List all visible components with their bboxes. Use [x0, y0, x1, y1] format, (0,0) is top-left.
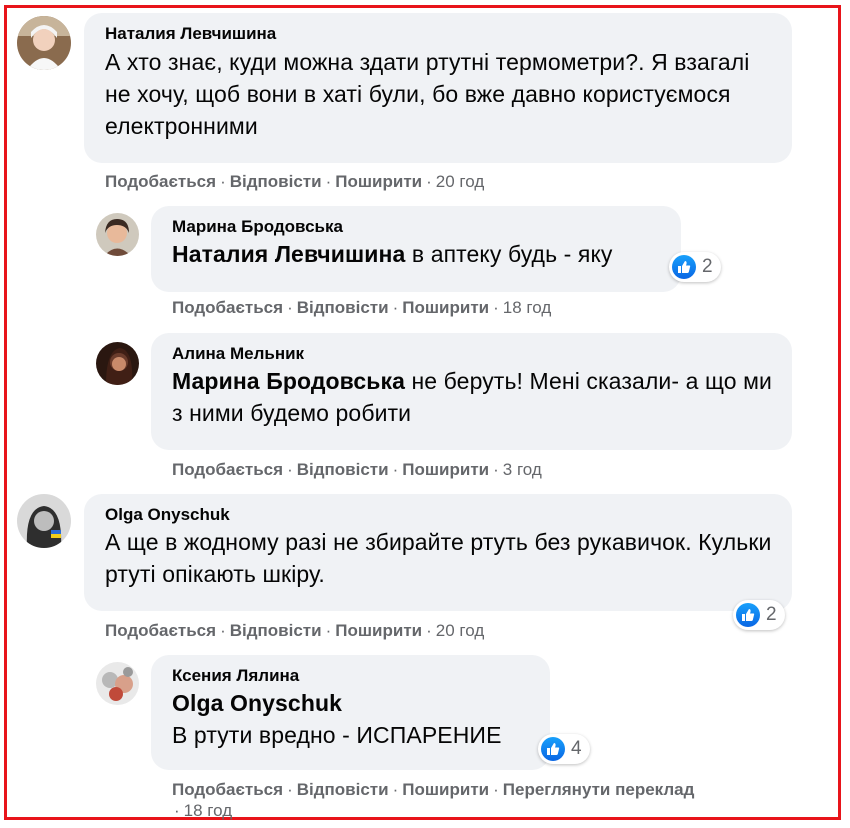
- separator: ·: [392, 298, 399, 317]
- reply-button[interactable]: Відповісти: [230, 172, 322, 191]
- comment-text: А хто знає, куди можна здати ртутні терм…: [105, 49, 750, 139]
- separator: ·: [493, 460, 499, 479]
- comment-bubble: Марина Бродовська Наталия Левчишина в ап…: [151, 206, 681, 292]
- share-button[interactable]: Поширити: [402, 298, 489, 317]
- avatar[interactable]: [96, 213, 139, 256]
- separator: ·: [220, 172, 226, 191]
- share-button[interactable]: Поширити: [335, 621, 422, 640]
- separator: ·: [287, 780, 293, 799]
- thumbs-up-icon: [672, 255, 696, 279]
- reply-button[interactable]: Відповісти: [297, 460, 389, 479]
- comment-author[interactable]: Алина Мельник: [172, 343, 778, 365]
- comment-actions: Подобається · Відповісти · Поширити · 3 год: [172, 459, 542, 481]
- comment-actions: Подобається · Відповісти · Поширити · 20 год: [105, 171, 484, 193]
- avatar[interactable]: [17, 16, 71, 70]
- mention-link[interactable]: Olga Onyschuk: [172, 687, 536, 719]
- comment-bubble: Наталия Левчишина А хто знає, куди можна…: [84, 13, 792, 163]
- avatar[interactable]: [17, 494, 71, 548]
- share-button[interactable]: Поширити: [335, 172, 422, 191]
- comment-author[interactable]: Ксения Лялина: [172, 665, 536, 687]
- separator: ·: [287, 460, 293, 479]
- thumbs-up-icon: [736, 603, 760, 627]
- comment-author[interactable]: Наталия Левчишина: [105, 23, 778, 45]
- comment-text: Марина Бродовська не беруть! Мені сказал…: [172, 365, 778, 429]
- like-button[interactable]: Подобається: [172, 460, 283, 479]
- separator: ·: [174, 801, 180, 820]
- reply-button[interactable]: Відповісти: [297, 298, 389, 317]
- like-button[interactable]: Подобається: [172, 780, 283, 799]
- comment-text: Наталия Левчишина в аптеку будь - яку: [172, 238, 667, 270]
- comment-text: В ртути вредно - ИСПАРЕНИЕ: [172, 722, 502, 748]
- avatar[interactable]: [96, 662, 139, 705]
- comment-bubble: Ксения Лялина Olga Onyschuk В ртути вред…: [151, 655, 550, 770]
- separator: ·: [493, 780, 499, 799]
- separator: ·: [426, 621, 432, 640]
- reply-button[interactable]: Відповісти: [297, 780, 389, 799]
- mention-link[interactable]: Марина Бродовська: [172, 368, 405, 394]
- like-button[interactable]: Подобається: [172, 298, 283, 317]
- reaction-number: 4: [571, 738, 582, 759]
- separator: ·: [325, 621, 332, 640]
- like-button[interactable]: Подобається: [105, 172, 216, 191]
- comment-text-body: в аптеку будь - яку: [411, 241, 613, 267]
- reply-button[interactable]: Відповісти: [230, 621, 322, 640]
- comment-author[interactable]: Марина Бродовська: [172, 216, 667, 238]
- comment-text: А ще в жодному разі не збирайте ртуть бе…: [105, 529, 772, 587]
- avatar[interactable]: [96, 342, 139, 385]
- separator: ·: [220, 621, 226, 640]
- translate-button[interactable]: Переглянути переклад: [503, 780, 695, 799]
- comment-bubble: Olga Onyschuk А ще в жодному разі не зби…: [84, 494, 792, 611]
- separator: ·: [493, 298, 499, 317]
- share-button[interactable]: Поширити: [402, 780, 489, 799]
- timestamp[interactable]: 3 год: [503, 460, 542, 479]
- mention-link[interactable]: Наталия Левчишина: [172, 241, 405, 267]
- reaction-count[interactable]: 2: [669, 252, 721, 282]
- comment-bubble: Алина Мельник Марина Бродовська не берут…: [151, 333, 792, 450]
- separator: ·: [325, 172, 332, 191]
- like-button[interactable]: Подобається: [105, 621, 216, 640]
- timestamp[interactable]: 18 год: [184, 801, 232, 820]
- separator: ·: [287, 298, 293, 317]
- comment-actions: Подобається · Відповісти · Поширити · 18 год: [172, 297, 551, 319]
- timestamp[interactable]: 20 год: [436, 172, 484, 191]
- separator: ·: [392, 780, 399, 799]
- separator: ·: [426, 172, 432, 191]
- reaction-count[interactable]: 4: [538, 734, 590, 764]
- reaction-count[interactable]: 2: [733, 600, 785, 630]
- comment-actions: Подобається · Відповісти · Поширити · Переглян…: [172, 779, 694, 801]
- share-button[interactable]: Поширити: [402, 460, 489, 479]
- reaction-number: 2: [766, 604, 777, 625]
- timestamp[interactable]: 18 год: [503, 298, 551, 317]
- comment-actions: Подобається · Відповісти · Поширити · 20 год: [105, 620, 484, 642]
- timestamp[interactable]: 20 год: [436, 621, 484, 640]
- separator: ·: [392, 460, 399, 479]
- reaction-number: 2: [702, 256, 713, 277]
- comment-author[interactable]: Olga Onyschuk: [105, 504, 778, 526]
- thumbs-up-icon: [541, 737, 565, 761]
- comment-actions-timestamp: · 18 год: [174, 800, 232, 822]
